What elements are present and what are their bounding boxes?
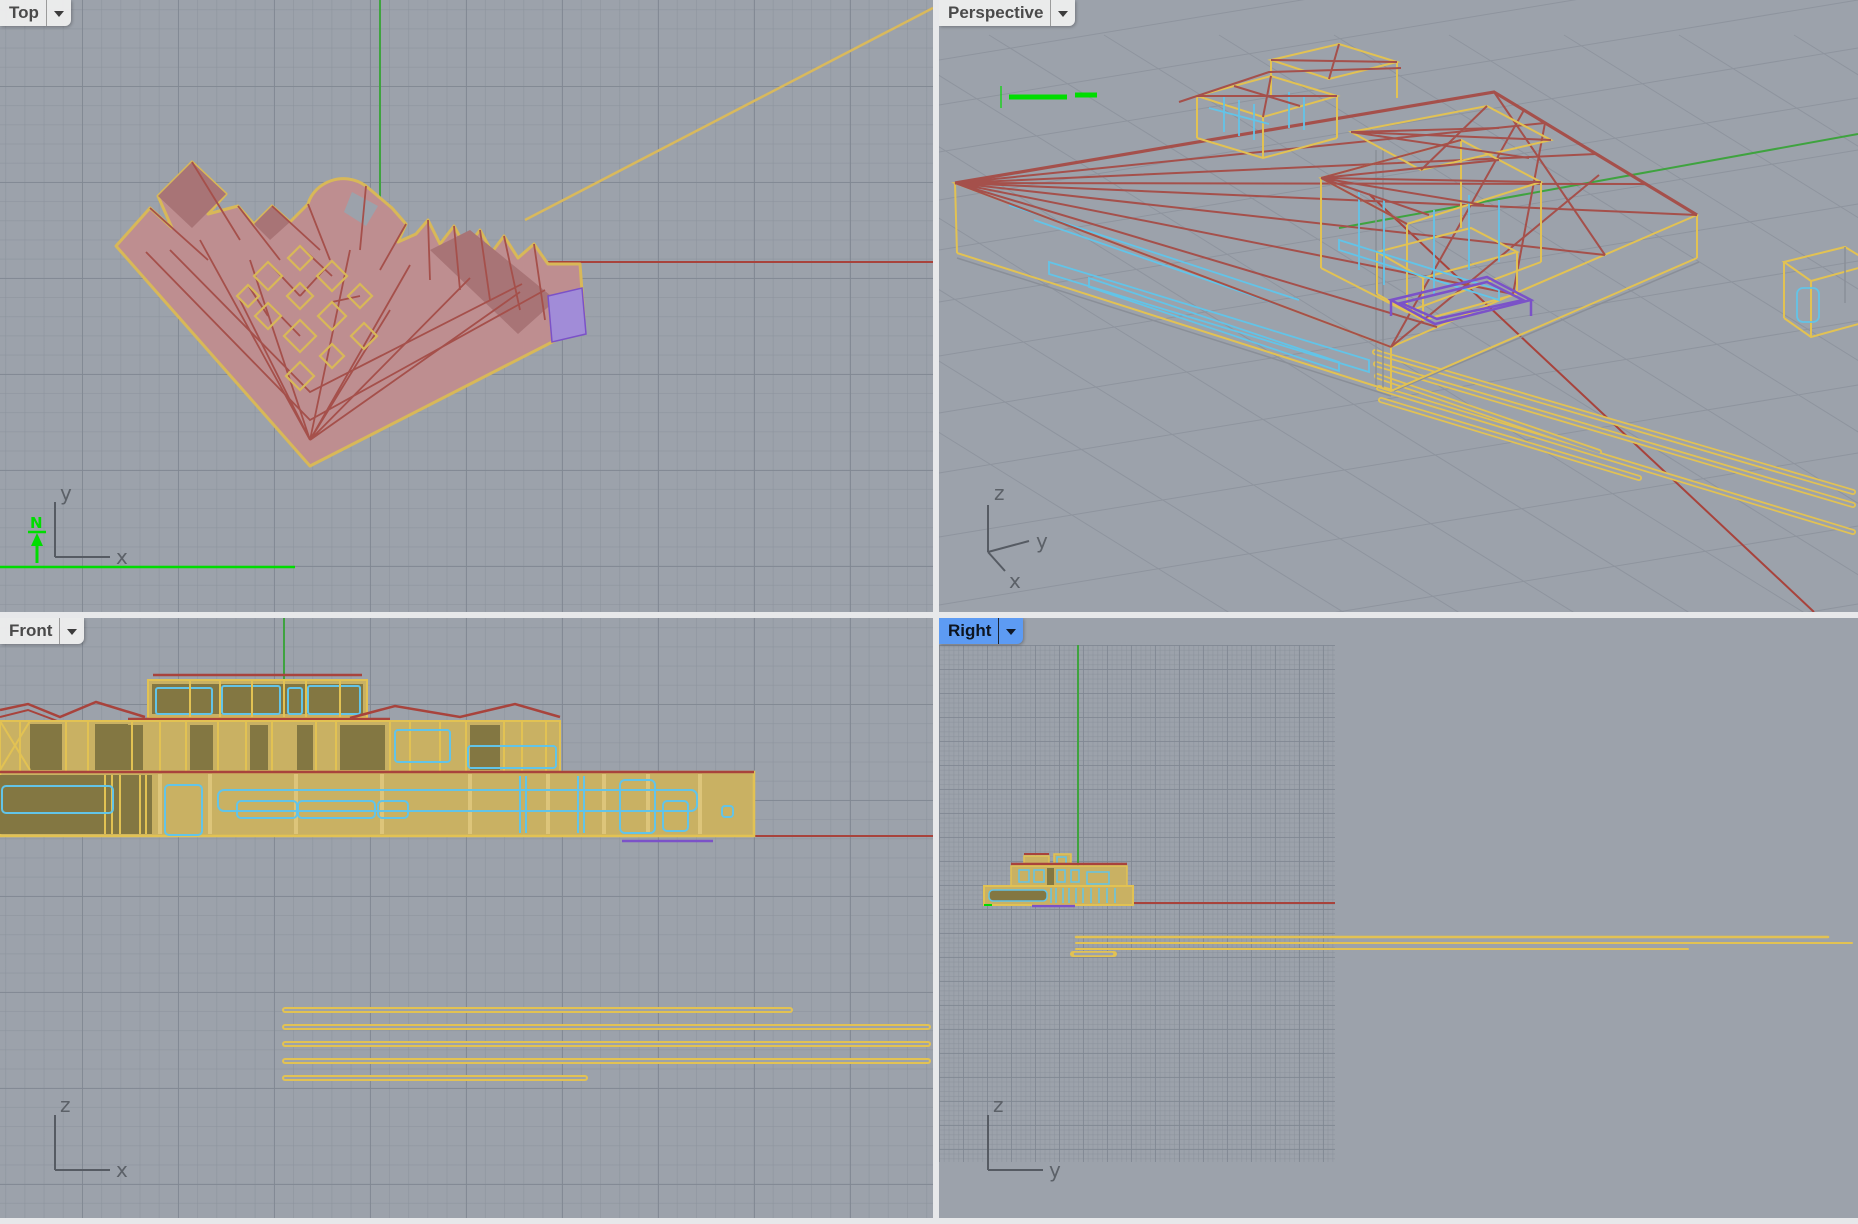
tab-separator <box>1050 0 1051 26</box>
chevron-down-icon[interactable] <box>1058 11 1068 17</box>
right-box-cluster <box>1321 106 1551 320</box>
viewport-title-front[interactable]: Front <box>9 618 52 644</box>
axis-icon-right: z y <box>988 1093 1061 1182</box>
axis-label-x: x <box>116 1158 128 1182</box>
tab-separator <box>59 618 60 644</box>
perspective-view-canvas: z y x <box>939 0 1858 612</box>
rhino-four-viewport-workspace: y x N Top <box>0 0 1858 1224</box>
axis-label-x: x <box>116 545 128 569</box>
viewport-tab-right[interactable]: Right <box>939 618 1023 644</box>
viewport-tab-front[interactable]: Front <box>0 618 84 644</box>
floor-plate-curves <box>1375 352 1853 532</box>
axis-label-z: z <box>993 1093 1004 1117</box>
tab-separator <box>46 0 47 26</box>
viewport-tab-perspective[interactable]: Perspective <box>939 0 1075 26</box>
viewport-tab-top[interactable]: Top <box>0 0 71 26</box>
axis-icon-top: y x <box>55 481 128 569</box>
axis-label-y: y <box>1049 1158 1061 1182</box>
viewport-right[interactable]: z y Right <box>939 618 1858 1218</box>
viewport-front[interactable]: z x Front <box>0 618 933 1218</box>
front-view-canvas: z x <box>0 618 933 1218</box>
axis-label-z: z <box>994 481 1005 505</box>
axis-label-y: y <box>1036 529 1048 553</box>
floor-plate-lines <box>1073 937 1852 954</box>
right-elevation-model <box>984 854 1133 906</box>
top-view-mesh-model <box>116 162 586 466</box>
axis-icon-perspective: z y x <box>988 481 1048 593</box>
axis-label-z: z <box>60 1093 71 1117</box>
far-right-box <box>1784 247 1858 337</box>
tab-separator <box>998 618 999 644</box>
viewport-title-perspective[interactable]: Perspective <box>948 0 1043 26</box>
right-view-canvas: z y <box>939 618 1858 1218</box>
axis-label-x: x <box>1009 569 1021 593</box>
chevron-down-icon[interactable] <box>1006 629 1016 635</box>
viewport-top[interactable]: y x N Top <box>0 0 933 612</box>
svg-text:N: N <box>30 514 43 532</box>
axis-label-y: y <box>60 481 72 505</box>
yellow-curve-line <box>525 8 933 220</box>
north-arrow-icon: N <box>28 514 46 563</box>
axis-icon-front: z x <box>55 1093 128 1182</box>
green-annotation <box>1001 86 1097 108</box>
chevron-down-icon[interactable] <box>54 11 64 17</box>
front-elevation-model <box>0 675 754 841</box>
top-view-canvas: y x N <box>0 0 933 612</box>
viewport-perspective[interactable]: z y x Perspective <box>939 0 1858 612</box>
y-axis-line <box>1339 134 1858 228</box>
purple-surface <box>548 288 586 342</box>
purple-box <box>1391 277 1531 324</box>
floor-plate-lines <box>285 1010 928 1078</box>
chevron-down-icon[interactable] <box>67 629 77 635</box>
viewport-title-right[interactable]: Right <box>948 618 991 644</box>
viewport-title-top[interactable]: Top <box>9 0 39 26</box>
